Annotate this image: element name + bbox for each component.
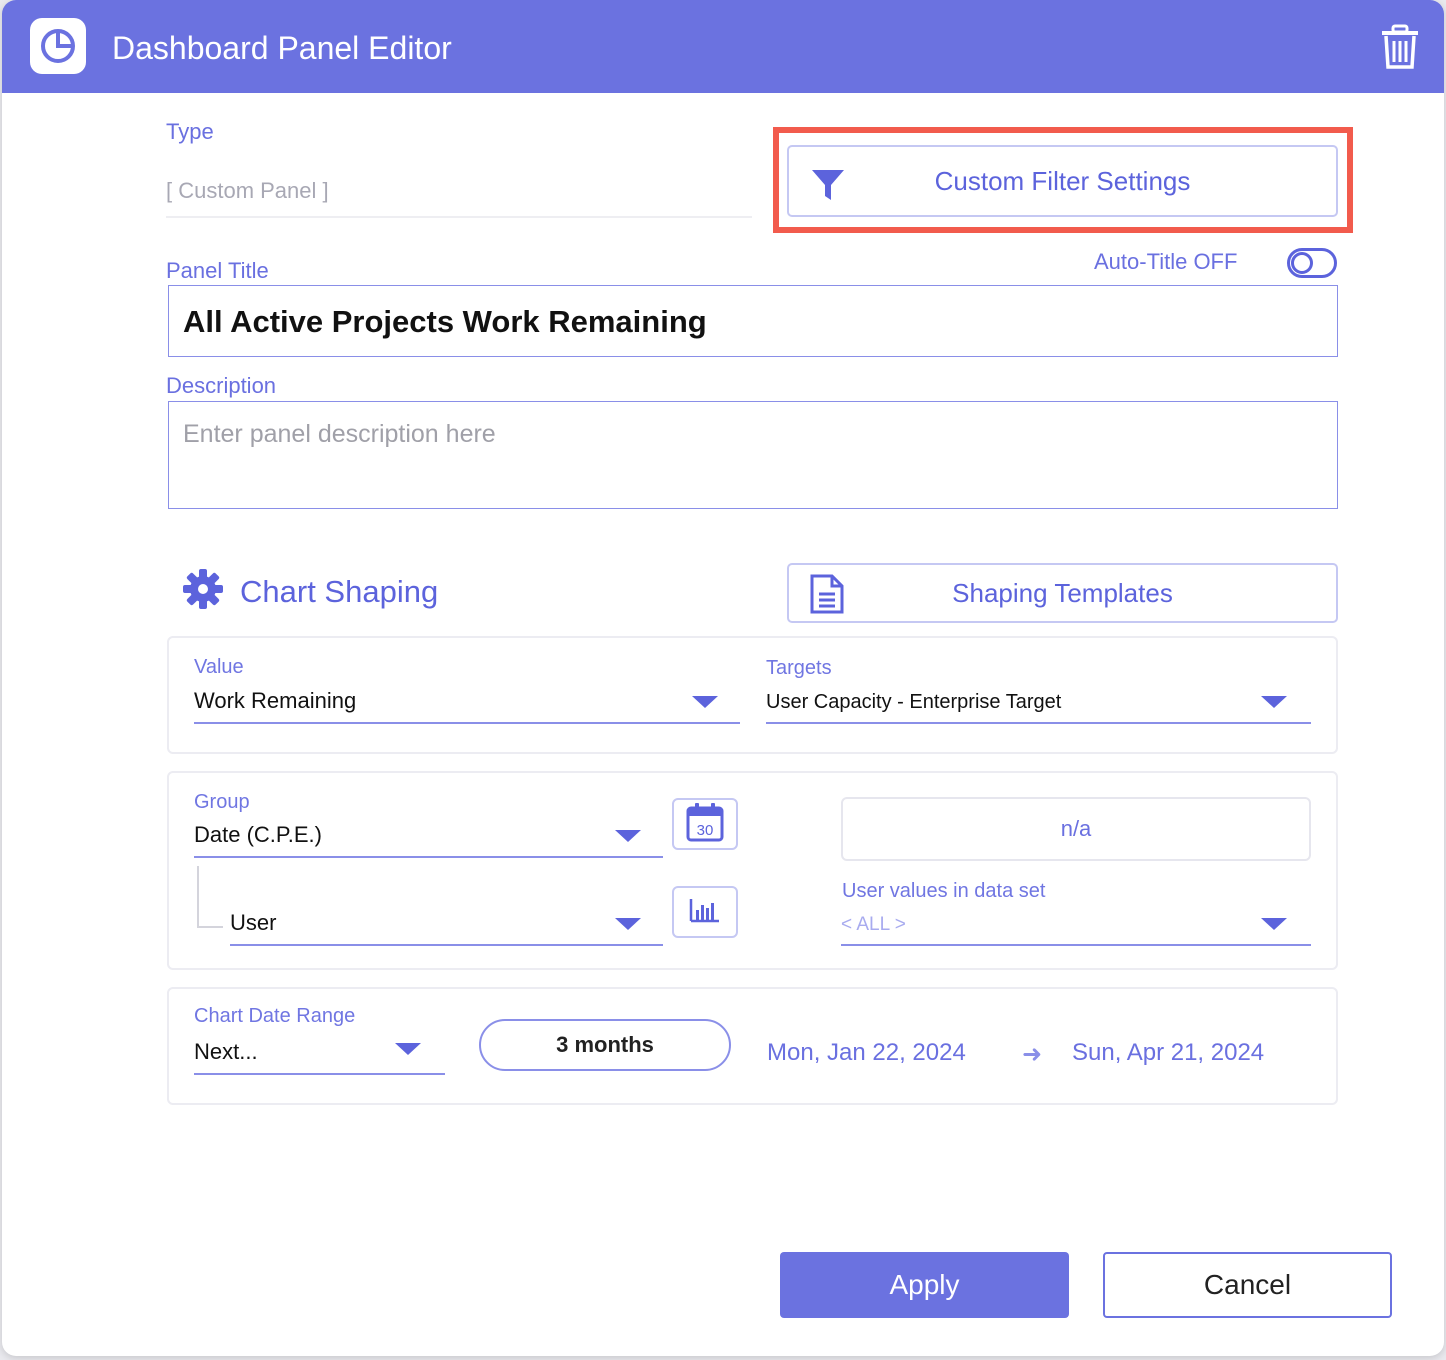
- group-label: Group: [194, 791, 250, 813]
- subgroup-selected: User: [230, 910, 277, 935]
- cancel-button[interactable]: Cancel: [1103, 1252, 1392, 1318]
- custom-filter-settings-button[interactable]: Custom Filter Settings: [787, 145, 1338, 217]
- group-selected: Date (C.P.E.): [194, 822, 322, 847]
- date-range-mode-select[interactable]: Next...: [194, 1035, 445, 1075]
- apply-button[interactable]: Apply: [780, 1252, 1069, 1318]
- end-date[interactable]: Sun, Apr 21, 2024: [1072, 1039, 1264, 1067]
- subgroup-select[interactable]: User: [230, 906, 663, 946]
- gear-icon: [182, 568, 224, 615]
- toggle-knob: [1291, 252, 1313, 274]
- user-values-selected: < ALL >: [841, 914, 906, 935]
- panel-title-label: Panel Title: [166, 258, 269, 283]
- dialog-title: Dashboard Panel Editor: [112, 30, 452, 66]
- targets-label: Targets: [766, 657, 832, 679]
- description-input[interactable]: Enter panel description here: [168, 401, 1338, 509]
- start-date[interactable]: Mon, Jan 22, 2024: [767, 1039, 966, 1067]
- bar-chart-icon: [689, 897, 721, 928]
- targets-select[interactable]: User Capacity - Enterprise Target: [766, 684, 1311, 724]
- value-label: Value: [194, 656, 244, 678]
- title-bar: Dashboard Panel Editor: [2, 0, 1444, 93]
- auto-title-toggle[interactable]: [1287, 248, 1337, 278]
- calendar-button[interactable]: 30: [672, 798, 738, 850]
- shaping-templates-label: Shaping Templates: [952, 577, 1173, 608]
- group-select[interactable]: Date (C.P.E.): [194, 818, 663, 858]
- chevron-down-icon: [615, 918, 641, 930]
- description-label: Description: [166, 373, 277, 398]
- calendar-icon: 30: [685, 801, 725, 848]
- panel-title-input[interactable]: All Active Projects Work Remaining: [168, 285, 1338, 357]
- date-range-mode: Next...: [194, 1039, 258, 1064]
- value-selected: Work Remaining: [194, 688, 357, 713]
- na-box: n/a: [841, 797, 1311, 861]
- custom-filter-settings-label: Custom Filter Settings: [934, 165, 1191, 196]
- bar-chart-button[interactable]: [672, 886, 738, 938]
- chevron-down-icon: [1261, 918, 1287, 930]
- chevron-down-icon: [395, 1043, 421, 1055]
- pie-chart-icon: [30, 18, 86, 74]
- duration-button[interactable]: 3 months: [479, 1019, 731, 1071]
- shaping-templates-button[interactable]: Shaping Templates: [787, 563, 1338, 623]
- type-value: [ Custom Panel ]: [166, 176, 752, 218]
- date-range-label: Chart Date Range: [194, 1005, 356, 1027]
- chevron-down-icon: [615, 830, 641, 842]
- targets-selected: User Capacity - Enterprise Target: [766, 691, 1062, 713]
- user-values-label: User values in data set: [842, 880, 1046, 902]
- auto-title-label: Auto-Title OFF: [1094, 249, 1238, 274]
- chevron-down-icon: [1261, 696, 1287, 708]
- arrow-right-icon: ➜: [1022, 1041, 1043, 1068]
- user-values-select[interactable]: < ALL >: [841, 906, 1311, 946]
- calendar-icon-text: 30: [697, 822, 714, 839]
- trash-icon[interactable]: [1378, 22, 1422, 72]
- tree-connector: [197, 866, 223, 928]
- panel-editor-dialog: Dashboard Panel Editor Type [ Custom Pan…: [2, 0, 1444, 1356]
- value-select[interactable]: Work Remaining: [194, 684, 740, 724]
- chart-shaping-title: Chart Shaping: [240, 573, 439, 609]
- type-label: Type: [166, 119, 214, 144]
- chart-shaping-heading: Chart Shaping: [182, 568, 438, 615]
- chevron-down-icon: [692, 696, 718, 708]
